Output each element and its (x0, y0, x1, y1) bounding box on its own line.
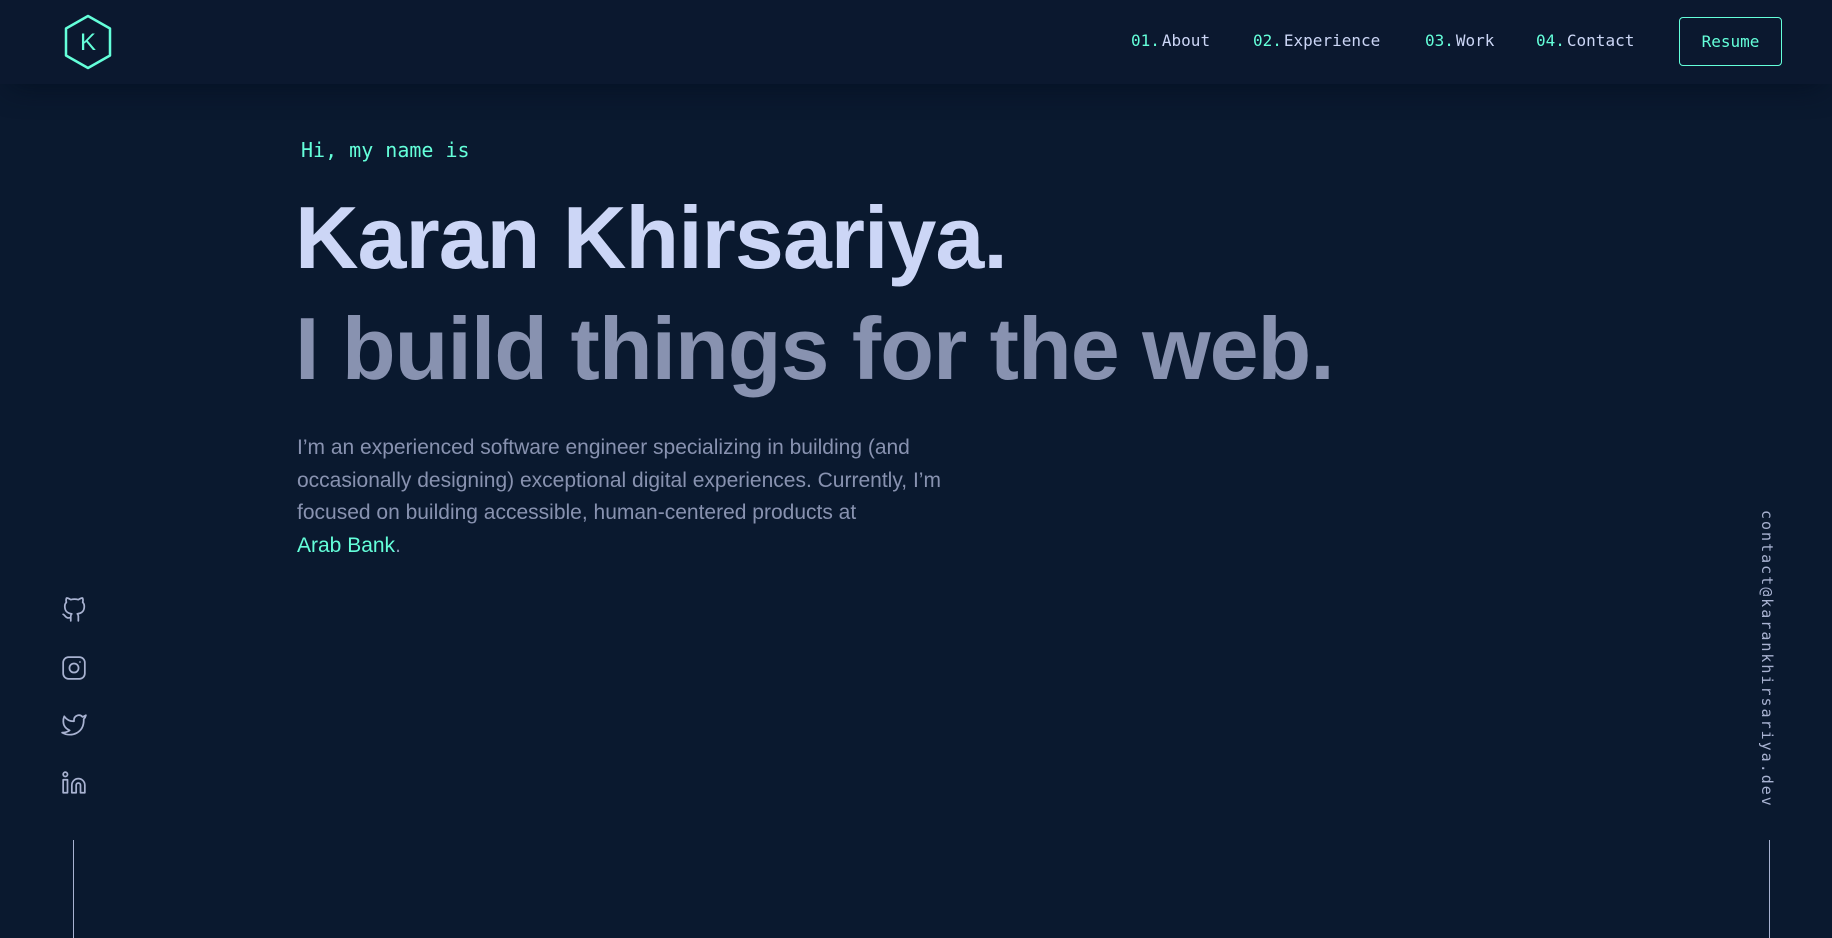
nav-label: Work (1455, 31, 1495, 50)
hero-name: Karan Khirsariya. (295, 188, 1008, 287)
hexagon-logo-icon[interactable]: K (63, 14, 113, 70)
nav-link-contact[interactable]: 04. Contact (1536, 31, 1634, 51)
nav-number: 01. (1131, 31, 1160, 50)
employer-link[interactable]: Arab Bank (297, 534, 395, 557)
left-sidebar-line (73, 840, 74, 938)
resume-button[interactable]: Resume (1679, 17, 1782, 66)
nav-number: 03. (1425, 31, 1454, 50)
intro-paragraph: I’m an experienced software engineer spe… (297, 432, 987, 562)
nav-link-work[interactable]: 03. Work (1425, 31, 1494, 51)
intro-text: I’m an experienced software engineer spe… (297, 436, 941, 524)
email-link[interactable]: contact@karankhirsariya.dev (1757, 510, 1777, 808)
nav-label: About (1161, 31, 1211, 50)
linkedin-icon[interactable] (61, 770, 87, 796)
twitter-icon[interactable] (61, 712, 87, 738)
nav-link-experience[interactable]: 02. Experience (1253, 31, 1380, 51)
nav-label: Experience (1283, 31, 1381, 50)
nav-number: 04. (1536, 31, 1565, 50)
instagram-icon[interactable] (61, 655, 87, 681)
hero-tagline: I build things for the web. (295, 299, 1335, 398)
logo-letter: K (80, 29, 96, 56)
right-sidebar-line (1769, 840, 1770, 938)
intro-end: . (395, 533, 401, 557)
github-icon[interactable] (61, 597, 87, 623)
nav-label: Contact (1566, 31, 1635, 50)
nav-link-about[interactable]: 01. About (1131, 31, 1210, 51)
nav-number: 02. (1253, 31, 1282, 50)
site-header: K 01. About 02. Experience 03. Work 04. Cont… (0, 0, 1832, 84)
greeting-text: Hi, my name is (301, 138, 470, 162)
